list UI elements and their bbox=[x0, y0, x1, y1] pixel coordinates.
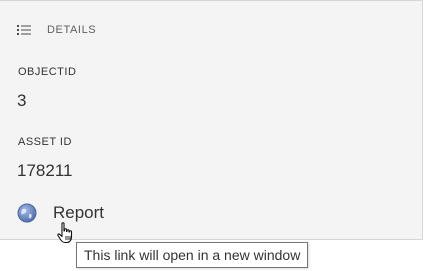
list-icon bbox=[17, 25, 31, 35]
objectid-value: 3 bbox=[17, 91, 27, 110]
globe-icon bbox=[17, 203, 37, 223]
report-link-tooltip: This link will open in a new window bbox=[76, 242, 309, 268]
asset-id-value: 178211 bbox=[17, 161, 73, 180]
report-link-label[interactable]: Report bbox=[53, 203, 104, 223]
objectid-label: OBJECTID bbox=[18, 66, 77, 78]
hand-cursor-icon bbox=[57, 222, 73, 244]
details-panel: DETAILS OBJECTID 3 ASSET ID 178211 Repor… bbox=[0, 0, 423, 240]
details-popup: DETAILS OBJECTID 3 ASSET ID 178211 Repor… bbox=[0, 0, 424, 271]
details-title: DETAILS bbox=[47, 24, 97, 36]
asset-id-label: ASSET ID bbox=[18, 136, 72, 148]
details-header: DETAILS bbox=[17, 21, 96, 39]
